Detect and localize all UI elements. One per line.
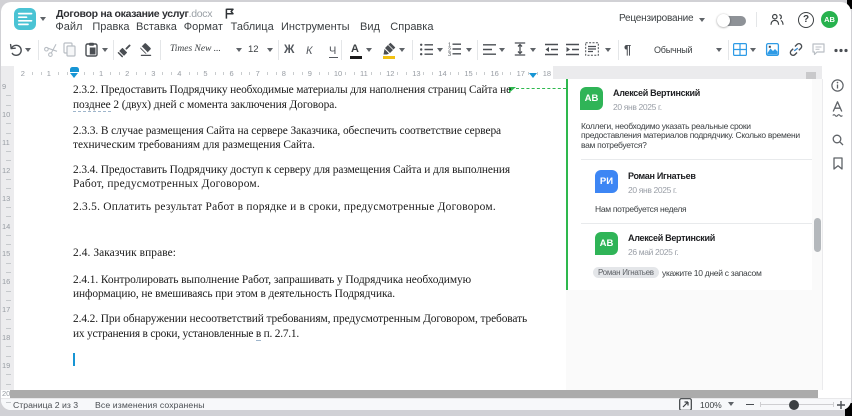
svg-text:3: 3 bbox=[448, 52, 451, 58]
